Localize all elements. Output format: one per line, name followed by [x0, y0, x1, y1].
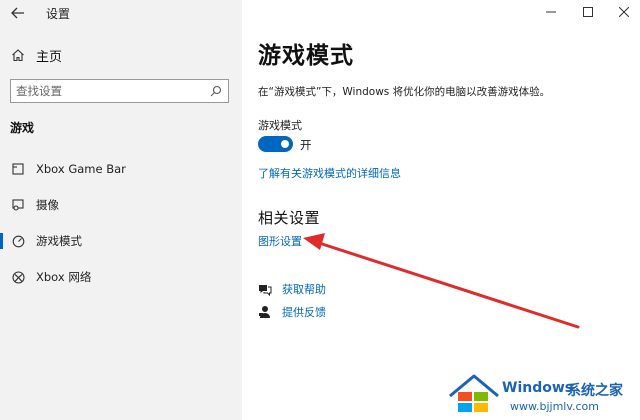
maximize-icon[interactable] — [578, 2, 598, 22]
watermark-suffix: 系统之家 — [567, 383, 623, 399]
sidebar-item-label: Xbox 网络 — [36, 270, 92, 284]
sidebar-item-label: 游戏模式 — [36, 234, 82, 248]
minimize-icon[interactable] — [541, 2, 561, 22]
app-title: 设置 — [46, 7, 71, 21]
watermark-brand: Windows — [502, 380, 574, 396]
sidebar: 设置 主页 查找设置 游戏 Xbox Game Bar 摄像 游戏模式 Xbox… — [0, 0, 242, 420]
captures-icon — [11, 198, 25, 212]
page-description: 在“游戏模式”下，Windows 将优化你的电脑以改善游戏体验。 — [258, 86, 551, 98]
sidebar-item-label: Xbox Game Bar — [36, 162, 126, 176]
sidebar-item-captures[interactable]: 摄像 — [0, 193, 242, 217]
get-help-label: 获取帮助 — [282, 283, 326, 296]
toggle-state-label: 开 — [300, 138, 312, 152]
search-input[interactable]: 查找设置 — [10, 79, 229, 103]
graphics-settings-link[interactable]: 图形设置 — [258, 233, 302, 249]
sidebar-item-xbox-game-bar[interactable]: Xbox Game Bar — [0, 157, 242, 181]
sidebar-item-label: 摄像 — [36, 198, 59, 212]
section-title: 游戏 — [10, 121, 35, 135]
sidebar-item-home[interactable]: 主页 — [10, 45, 62, 65]
feedback-label: 提供反馈 — [282, 306, 326, 319]
xbox-icon — [11, 270, 25, 284]
home-label: 主页 — [36, 49, 63, 65]
sidebar-item-game-mode[interactable]: 游戏模式 — [0, 229, 242, 253]
related-settings-title: 相关设置 — [258, 209, 321, 227]
help-chat-icon — [258, 282, 272, 296]
search-icon[interactable] — [209, 85, 223, 97]
watermark-url: www.bjjmlv.com — [510, 400, 599, 413]
game-mode-icon — [11, 234, 25, 248]
sidebar-item-xbox-network[interactable]: Xbox 网络 — [0, 265, 242, 289]
home-icon — [10, 48, 26, 62]
feedback-icon — [258, 305, 272, 319]
close-icon[interactable] — [614, 2, 634, 22]
back-arrow-icon[interactable] — [8, 4, 28, 22]
get-help-link[interactable]: 获取帮助 — [258, 280, 326, 298]
game-mode-toggle[interactable] — [258, 136, 293, 152]
windows-logo-watermark — [448, 370, 500, 420]
toggle-knob — [281, 140, 289, 148]
search-placeholder: 查找设置 — [16, 84, 62, 98]
page-title: 游戏模式 — [258, 43, 354, 69]
learn-more-link[interactable]: 了解有关游戏模式的详细信息 — [258, 165, 401, 181]
xbox-game-bar-icon — [11, 162, 25, 176]
game-mode-label: 游戏模式 — [258, 119, 302, 132]
feedback-link[interactable]: 提供反馈 — [258, 303, 326, 321]
